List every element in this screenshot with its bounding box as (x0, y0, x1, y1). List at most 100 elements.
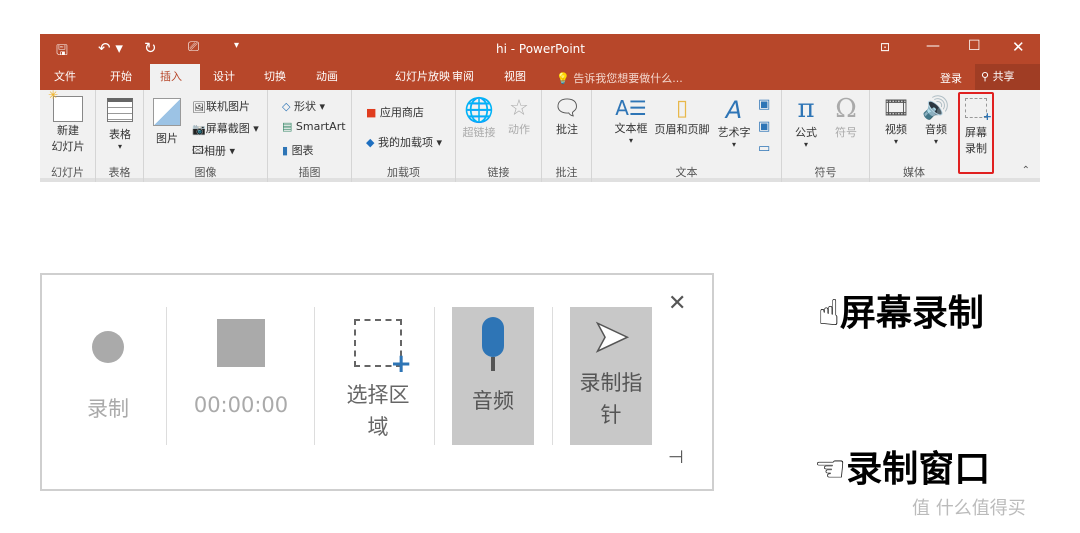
ribbon: ✳ 新建 幻灯片 幻灯片 表格 ▾ 表格 图片 🖼联机图片 📷屏幕截图 ▾ 🖾相册… (40, 88, 1040, 182)
store-icon: ■ (366, 106, 377, 119)
hyperlink-button[interactable]: 🌐 超链接 (460, 96, 498, 140)
record-pointer-toggle[interactable]: ➤ 录制指针 (570, 307, 652, 445)
timer: 00:00:00 (193, 393, 289, 417)
group-symbols: π 公式 ▾ Ω 符号 符号 (782, 90, 870, 182)
group-label: 表格 (108, 166, 131, 179)
shapes-label: 形状 (293, 100, 316, 113)
maximize-icon[interactable]: ☐ (968, 38, 981, 54)
star-icon: ☆ (509, 96, 529, 121)
textbox-button[interactable]: A☰ 文本框 ▾ (612, 96, 650, 145)
shapes-button[interactable]: ◇ 形状 ▾ (282, 98, 325, 114)
slideshow-icon[interactable]: ⎚ (188, 39, 199, 55)
new-slide-label: 新建 (57, 124, 79, 137)
screen-recording-button[interactable]: + 屏幕 录制 (958, 92, 994, 174)
ribbon-display-icon[interactable]: ⊡ (880, 40, 890, 54)
online-pictures-label: 联机图片 (205, 100, 250, 113)
shapes-icon: ◇ (282, 100, 291, 113)
close-icon[interactable]: ✕ (1012, 38, 1025, 56)
signin-link[interactable]: 登录 (940, 70, 962, 86)
redo-icon[interactable]: ↻ (144, 39, 157, 57)
smartart-label: SmartArt (295, 120, 346, 133)
table-button[interactable]: 表格 ▾ (102, 98, 138, 151)
save-icon[interactable]: 🖫 (56, 40, 68, 64)
divider (166, 307, 167, 445)
equation-label: 公式 (795, 126, 817, 139)
annotation-text: 屏幕录制 (839, 293, 984, 334)
slide-number-icon[interactable]: ▣ (758, 116, 770, 138)
undo-icon[interactable]: ↶ ▾ (98, 39, 123, 57)
omega-icon: Ω (835, 94, 857, 124)
customize-qat-icon[interactable]: ▾ (234, 40, 239, 51)
comment-label: 批注 (556, 123, 578, 136)
wordart-button[interactable]: A 艺术字 ▾ (714, 96, 754, 149)
group-label: 加载项 (387, 166, 420, 179)
annotation-text: 录制窗口 (846, 449, 991, 490)
object-icon[interactable]: ▭ (758, 138, 770, 160)
stop-button[interactable]: 00:00:00 (178, 307, 304, 445)
record-pointer-label: 录制指针 (579, 371, 643, 427)
tab-home[interactable]: 开始 (100, 64, 142, 90)
tab-view[interactable]: 视图 (494, 64, 536, 90)
comment-button[interactable]: 🗨 批注 (550, 96, 584, 137)
wordart-icon: A (725, 96, 743, 124)
smartart-button[interactable]: ▤ SmartArt (282, 120, 346, 133)
date-time-icon[interactable]: ▣ (758, 94, 770, 116)
pointing-hand-up-icon: ☝ (818, 293, 840, 334)
new-slide-icon: ✳ (48, 88, 83, 122)
video-button[interactable]: 🎞 视频 ▾ (878, 96, 914, 146)
annotation-screen-recording: ☝屏幕录制 (818, 284, 984, 336)
my-addins-button[interactable]: ◆ 我的加载项 ▾ (366, 134, 442, 150)
group-text: A☰ 文本框 ▾ ▯ 页眉和页脚 A 艺术字 ▾ ▣ ▣ ▭ 文本 (592, 90, 782, 182)
symbol-label: 符号 (835, 126, 857, 139)
new-slide-button[interactable]: ✳ 新建 幻灯片 (44, 88, 92, 154)
header-footer-button[interactable]: ▯ 页眉和页脚 (652, 96, 712, 137)
addins-icon: ◆ (366, 136, 375, 149)
online-picture-icon: 🖼 (192, 100, 206, 114)
title-bar: 🖫 ↶ ▾ ↻ ⎚ ▾ hi - PowerPoint ⊡ — ☐ ✕ (40, 34, 1040, 64)
chart-button[interactable]: ▮ 图表 (282, 142, 314, 158)
minimize-icon[interactable]: — (926, 38, 940, 54)
album-label: 相册 (203, 144, 226, 158)
screenshot-button[interactable]: 📷屏幕截图 ▾ (192, 120, 259, 136)
tell-me-box[interactable]: 💡 告诉我您想要做什么... (556, 70, 683, 86)
tab-animations[interactable]: 动画 (306, 64, 348, 90)
comment-icon: 🗨 (553, 96, 581, 121)
tab-review[interactable]: 审阅 (442, 64, 484, 90)
online-pictures-button[interactable]: 🖼联机图片 (192, 98, 250, 114)
tab-file[interactable]: 文件 (44, 64, 86, 90)
microphone-icon (482, 317, 504, 357)
action-button[interactable]: ☆ 动作 (502, 96, 536, 137)
speaker-icon: 🔊 (922, 96, 950, 121)
close-recorder-icon[interactable]: ✕ (668, 291, 686, 316)
share-button[interactable]: ⚲ 共享 (975, 64, 1040, 90)
select-area-button[interactable]: + 选择区域 (326, 307, 430, 445)
tab-insert[interactable]: 插入 (150, 64, 200, 90)
group-media: 🎞 视频 ▾ 🔊 音频 ▾ + 屏幕 录制 媒体 (870, 90, 1000, 182)
audio-button[interactable]: 🔊 音频 ▾ (918, 96, 954, 146)
symbol-button[interactable]: Ω 符号 (828, 94, 864, 140)
group-comments: 🗨 批注 批注 (542, 90, 592, 182)
pictures-button[interactable]: 图片 (150, 98, 184, 146)
album-button[interactable]: 🖾相册 ▾ (192, 142, 235, 161)
tab-design[interactable]: 设计 (203, 64, 245, 90)
collapse-ribbon-icon[interactable]: ⌃ (1022, 165, 1030, 176)
pin-icon[interactable]: ⊣ (668, 447, 684, 468)
store-button[interactable]: ■ 应用商店 (366, 104, 424, 120)
pointing-hand-left-icon: ☜ (814, 449, 847, 490)
audio-toggle-label: 音频 (472, 389, 514, 413)
divider (552, 307, 553, 445)
group-images: 图片 🖼联机图片 📷屏幕截图 ▾ 🖾相册 ▾ 图像 (144, 90, 268, 182)
record-button[interactable]: 录制 (62, 307, 154, 445)
video-label: 视频 (885, 123, 907, 136)
hyperlink-label: 超链接 (462, 126, 496, 139)
header-footer-icon: ▯ (675, 96, 689, 121)
share-label: 共享 (992, 70, 1015, 83)
group-label: 媒体 (903, 166, 925, 179)
divider (434, 307, 435, 445)
group-label: 插图 (298, 166, 321, 179)
tab-transitions[interactable]: 切换 (254, 64, 296, 90)
equation-button[interactable]: π 公式 ▾ (788, 94, 824, 149)
text-small-icons[interactable]: ▣ ▣ ▭ (758, 94, 770, 160)
audio-toggle[interactable]: 音频 (452, 307, 534, 445)
picture-icon (153, 98, 181, 126)
